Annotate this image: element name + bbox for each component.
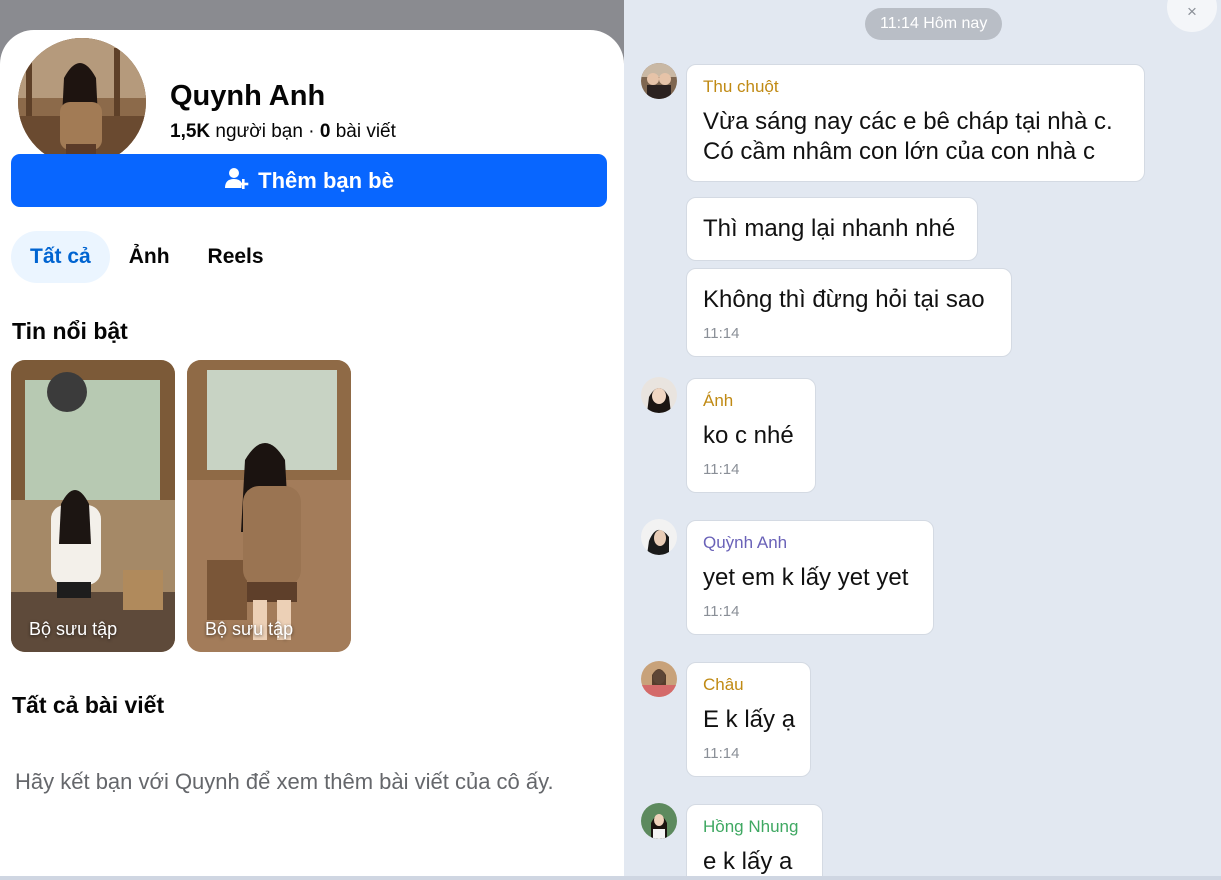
tab-reels[interactable]: Reels (189, 231, 283, 283)
group-chat-panel: 11:14 Hôm nay × Thu chuột Vừa sáng nay c… (624, 0, 1221, 880)
message-text: Vừa sáng nay các e bê cháp tại nhà c. (703, 108, 1113, 135)
message-bubble[interactable]: Châu E k lấy ạ 11:14 (686, 662, 811, 777)
message-time: 11:14 (703, 461, 740, 478)
message-text: e k lấy a (703, 848, 793, 875)
stats-separator: · (308, 121, 315, 142)
friends-label: người bạn (215, 121, 303, 142)
message-text: E k lấy ạ (703, 706, 796, 733)
message-bubble[interactable]: Thì mang lại nhanh nhé (686, 197, 978, 261)
avatar[interactable] (641, 377, 677, 413)
message-bubble[interactable]: Ánh ko c nhé 11:14 (686, 378, 816, 493)
sender-name: Hồng Nhung (703, 817, 799, 836)
tab-photos[interactable]: Ảnh (110, 231, 189, 283)
friends-count: 1,5K (170, 121, 211, 142)
highlight-label-1: Bộ sưu tập (29, 619, 118, 639)
close-icon[interactable]: × (1167, 0, 1217, 32)
profile-tabs: Tất cả Ảnh Reels (11, 230, 283, 284)
message-text: ko c nhé (703, 422, 794, 449)
message-text: Có cầm nhâm con lớn của con nhà c (703, 138, 1095, 165)
profile-card: Quynh Anh 1,5K người bạn · 0 bài viết Th… (0, 30, 624, 880)
sender-name: Thu chuột (703, 77, 779, 96)
highlights-title: Tin nổi bật (12, 318, 128, 344)
add-friend-label: Thêm bạn bè (258, 167, 394, 193)
message-text: Thì mang lại nhanh nhé (703, 215, 956, 242)
bottom-divider (0, 876, 1221, 880)
add-friend-hint: Hãy kết bạn với Quynh để xem thêm bài vi… (15, 769, 554, 794)
tab-all[interactable]: Tất cả (11, 231, 110, 283)
sender-name: Châu (703, 675, 744, 694)
add-friend-icon (224, 165, 250, 197)
sender-name: Quỳnh Anh (703, 533, 788, 552)
facebook-profile-panel: Quynh Anh 1,5K người bạn · 0 bài viết Th… (0, 0, 624, 880)
highlight-label-2: Bộ sưu tập (205, 619, 294, 639)
posts-label: bài viết (335, 121, 396, 142)
avatar[interactable] (641, 63, 677, 99)
highlight-story-2[interactable]: Bộ sưu tập (187, 360, 351, 652)
posts-count: 0 (319, 121, 331, 142)
profile-stats: 1,5K người bạn · 0 bài viết (170, 121, 396, 143)
highlight-story-1[interactable]: Bộ sưu tập (11, 360, 175, 652)
message-time: 11:14 (703, 325, 740, 342)
message-time: 11:14 (703, 603, 740, 620)
sender-name: Ánh (703, 391, 734, 410)
add-friend-button[interactable]: Thêm bạn bè (11, 154, 607, 207)
highlight-image-1 (11, 360, 175, 652)
profile-name: Quynh Anh (170, 80, 326, 112)
avatar[interactable] (641, 519, 677, 555)
avatar[interactable] (641, 803, 677, 839)
message-bubble[interactable]: Không thì đừng hỏi tại sao 11:14 (686, 268, 1012, 357)
message-time: 11:14 (703, 745, 740, 762)
message-text: yet em k lấy yet yet (703, 564, 909, 591)
all-posts-title: Tất cả bài viết (12, 692, 165, 718)
date-separator: 11:14 Hôm nay (865, 8, 1003, 40)
message-text: Không thì đừng hỏi tại sao (703, 286, 985, 313)
profile-avatar[interactable] (14, 34, 150, 170)
highlight-image-2 (187, 360, 351, 652)
message-bubble[interactable]: Quỳnh Anh yet em k lấy yet yet 11:14 (686, 520, 934, 635)
message-bubble[interactable]: Hồng Nhung e k lấy a (686, 804, 823, 880)
message-bubble[interactable]: Thu chuột Vừa sáng nay các e bê cháp tại… (686, 64, 1145, 182)
avatar[interactable] (641, 661, 677, 697)
